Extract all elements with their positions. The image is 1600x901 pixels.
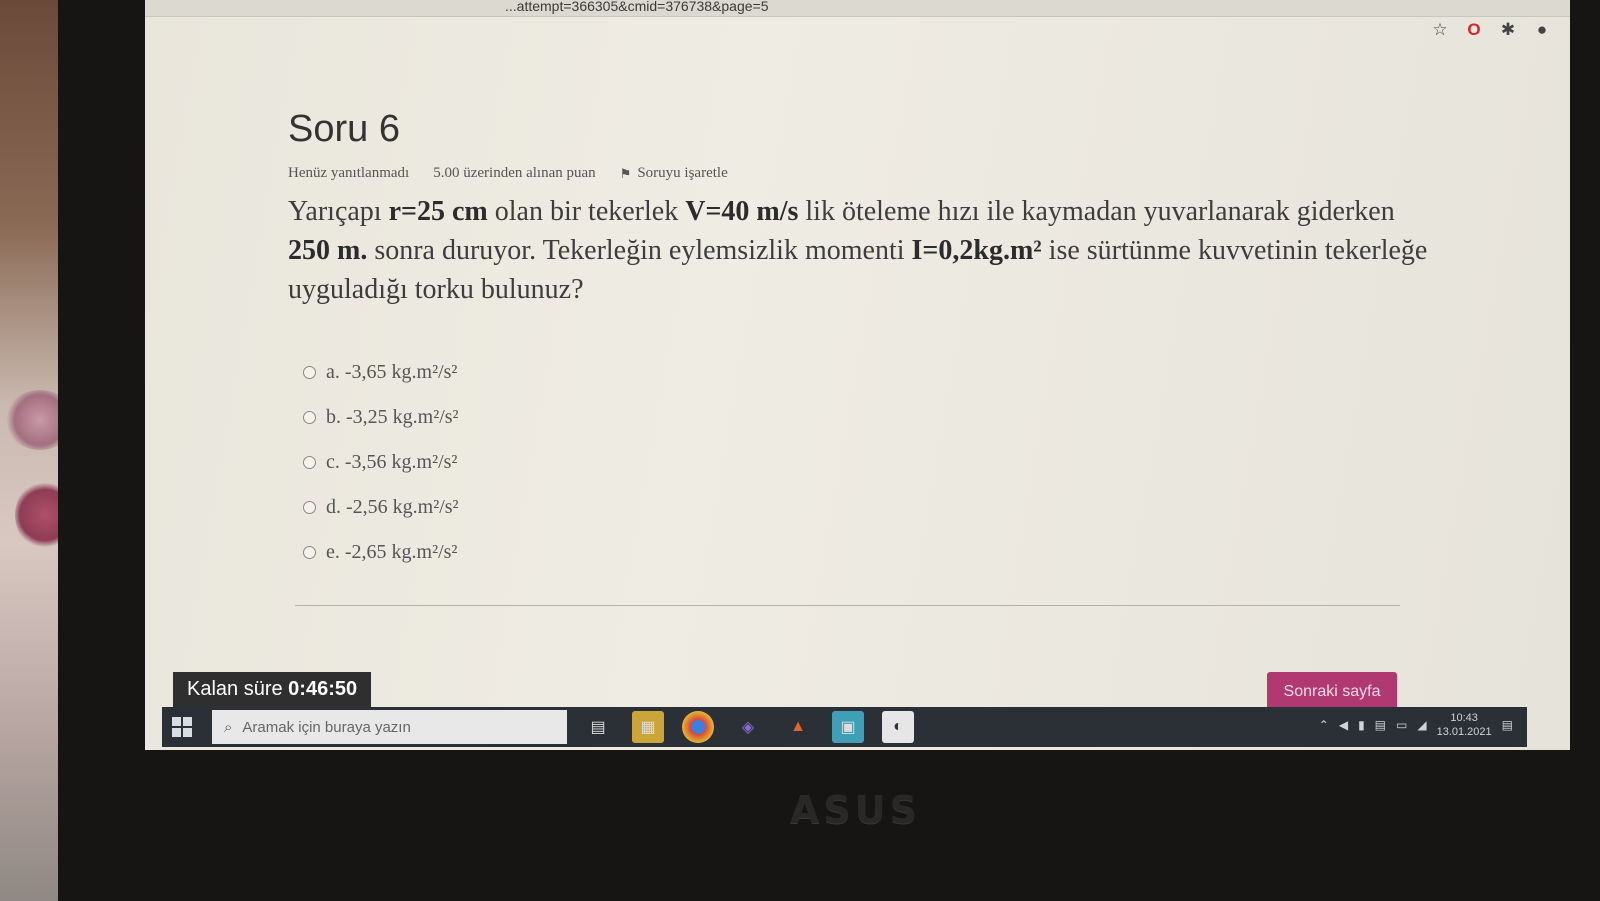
timer-label: Kalan süre [187,678,289,700]
task-view-icon[interactable]: ▤ [582,711,614,743]
time-remaining: Kalan süre 0:46:50 [173,672,372,707]
flag-question-link[interactable]: ⚑ Soruyu işaretle [620,165,728,182]
taskbar-apps: ▤ ▦ ◈ ▲ ▣ ◐ [582,711,914,743]
flag-question-label[interactable]: Soruyu işaretle [637,165,727,182]
laptop-brand-logo: ASUS [790,788,922,832]
app-icon[interactable]: ▣ [832,711,864,743]
radio-button[interactable] [303,501,316,514]
question-text-part: Yarıçapı [288,196,389,227]
clock-date: 13.01.2021 [1436,726,1492,738]
answer-label[interactable]: d. -2,56 kg.m²/s² [326,496,459,519]
question-text-part: olan bir tekerlek [487,196,686,227]
visual-studio-icon[interactable]: ◈ [732,711,764,743]
search-placeholder[interactable]: Aramak için buraya yazın [242,719,410,736]
keyboard-icon[interactable]: ▤ [1375,718,1386,732]
chrome-icon[interactable] [682,711,714,743]
app-icon[interactable]: ◐ [882,711,914,743]
radio-button[interactable] [303,366,316,379]
question-title: Soru 6 [288,108,400,150]
url-text[interactable]: ...attempt=366305&cmid=376738&page=5 [505,0,768,14]
question-text-part: sonra duruyor. Tekerleğin eylemsizlik mo… [367,235,912,266]
taskbar: ⌕ Aramak için buraya yazın ▤ ▦ ◈ ▲ ▣ ◐ ⌃… [162,707,1527,747]
answer-option-b[interactable]: b. -3,25 kg.m²/s² [303,395,459,440]
usb-icon[interactable]: ▮ [1358,718,1365,732]
radio-button[interactable] [303,456,316,469]
divider [295,605,1400,606]
clock-time: 10:43 [1450,712,1478,724]
distance-value: 250 m. [288,235,368,266]
question-meta: Henüz yanıtlanmadı 5.00 üzerinden alınan… [288,165,728,182]
browser-toolbar: ☆ O ✱ ● [1430,20,1552,40]
question-status: Henüz yanıtlanmadı [288,165,410,181]
chevron-up-icon[interactable]: ⌃ [1319,718,1329,732]
opera-icon[interactable]: O [1464,20,1484,40]
laptop-screen: ...attempt=366305&cmid=376738&page=5 ☆ O… [145,0,1570,750]
radius-value: r=25 cm [388,196,488,227]
search-icon: ⌕ [224,718,233,736]
inertia-value: I=0,2kg.m² [911,235,1042,266]
battery-icon[interactable]: ▭ [1396,718,1407,732]
answer-option-c[interactable]: c. -3,56 kg.m²/s² [303,440,459,485]
question-points: 5.00 üzerinden alınan puan [433,165,596,181]
wifi-icon[interactable]: ◢ [1417,718,1426,732]
answer-label[interactable]: c. -3,56 kg.m²/s² [326,451,457,474]
answer-label[interactable]: b. -3,25 kg.m²/s² [326,406,459,429]
radio-button[interactable] [303,546,316,559]
timer-value: 0:46:50 [288,678,358,700]
next-page-button[interactable]: Sonraki sayfa [1267,672,1397,712]
speaker-icon[interactable]: ◀ [1339,718,1348,732]
flag-icon: ⚑ [619,165,632,181]
answer-label[interactable]: a. -3,65 kg.m²/s² [326,361,457,384]
clock[interactable]: 10:43 13.01.2021 [1437,711,1492,739]
profile-icon[interactable]: ● [1532,20,1552,40]
puzzle-icon[interactable]: ✱ [1498,20,1518,40]
windows-start-icon[interactable] [172,717,192,737]
answer-label[interactable]: e. -2,65 kg.m²/s² [326,541,457,564]
notification-icon[interactable]: ▤ [1502,718,1513,732]
system-tray: ⌃ ◀ ▮ ▤ ▭ ◢ 10:43 13.01.2021 ▤ [1319,711,1513,739]
star-icon[interactable]: ☆ [1430,20,1450,40]
answer-option-d[interactable]: d. -2,56 kg.m²/s² [303,485,459,530]
taskbar-search-input[interactable]: ⌕ Aramak için buraya yazın [212,710,567,744]
radio-button[interactable] [303,411,316,424]
matlab-icon[interactable]: ▲ [782,711,814,743]
question-text: Yarıçapı r=25 cm olan bir tekerlek V=40 … [288,192,1428,309]
answer-option-a[interactable]: a. -3,65 kg.m²/s² [303,350,459,395]
answer-option-e[interactable]: e. -2,65 kg.m²/s² [303,530,459,575]
answer-options: a. -3,65 kg.m²/s² b. -3,25 kg.m²/s² c. -… [303,350,459,575]
question-text-part: lik öteleme hızı ile kaymadan yuvarlanar… [798,196,1395,227]
address-bar[interactable]: ...attempt=366305&cmid=376738&page=5 [145,0,1570,17]
file-explorer-icon[interactable]: ▦ [632,711,664,743]
velocity-value: V=40 m/s [685,196,799,227]
